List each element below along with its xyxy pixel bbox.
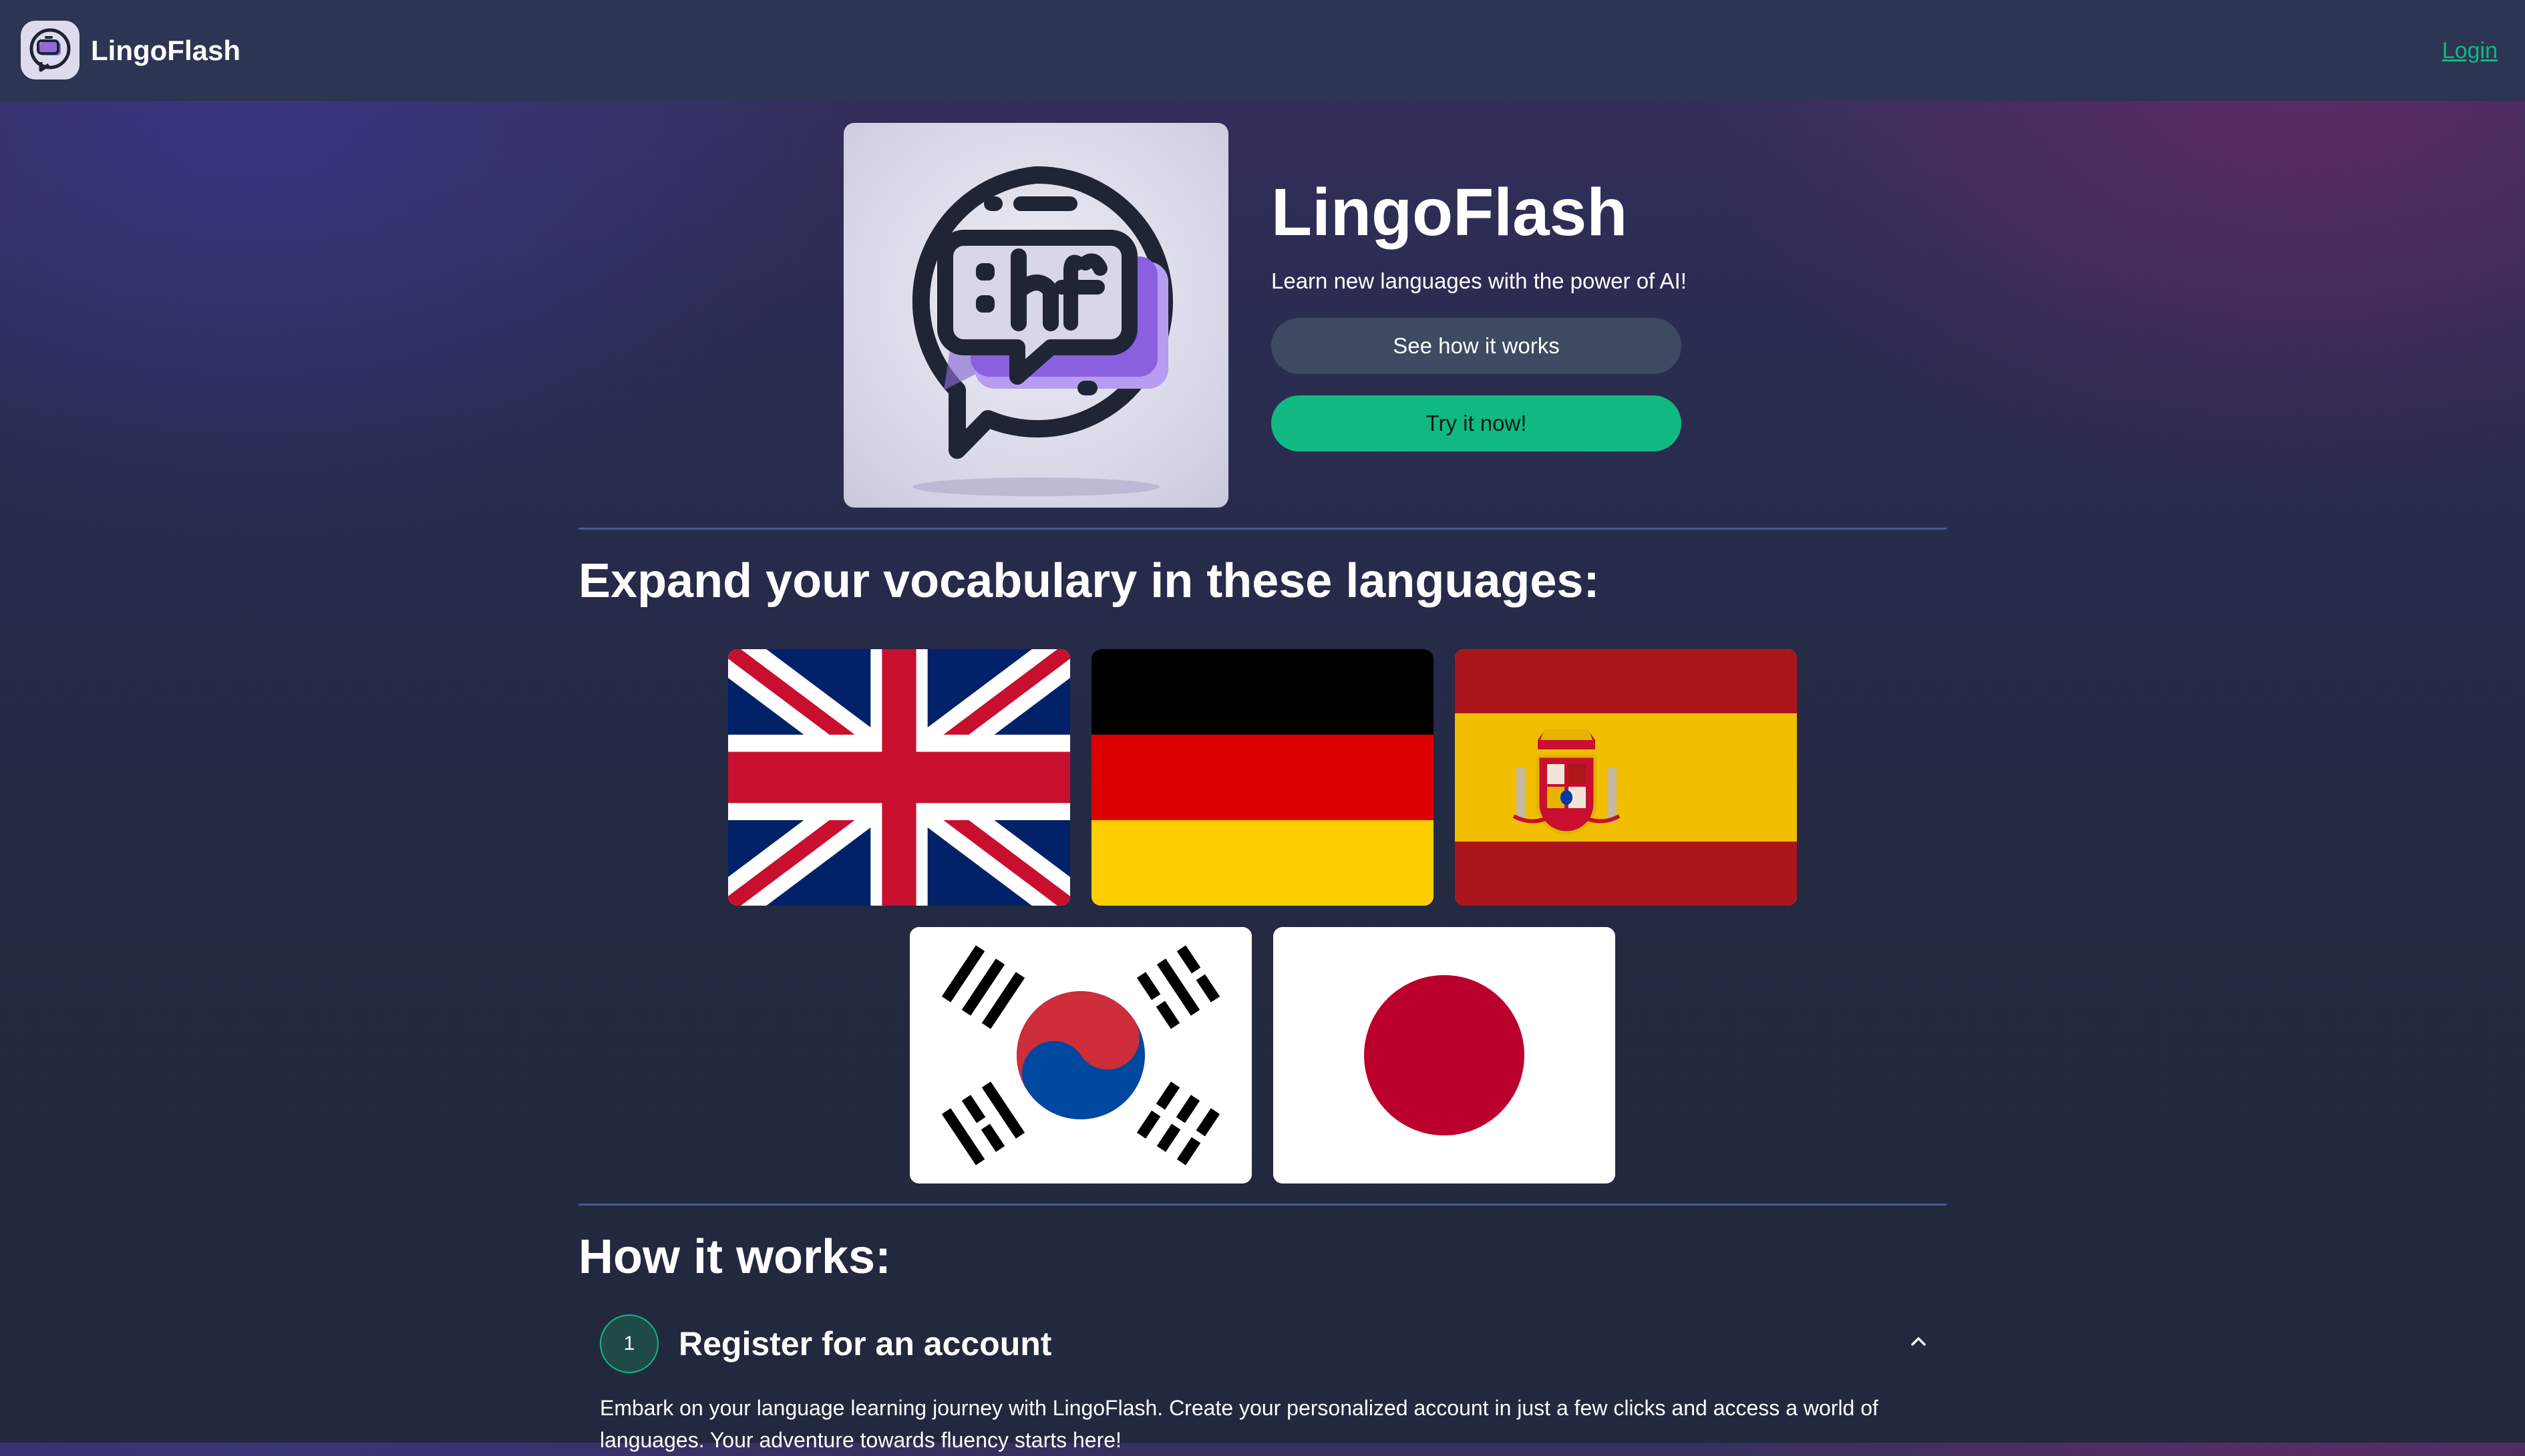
step-description: Embark on your language learning journey… (600, 1396, 1878, 1452)
hero-logo-image (844, 123, 1228, 508)
flag-south-korea[interactable] (910, 927, 1252, 1184)
chevron-up-icon[interactable] (1905, 1328, 1932, 1354)
section-divider (578, 528, 1947, 530)
step-title: Register for an account (679, 1325, 1052, 1362)
section-divider (578, 1204, 1947, 1206)
login-link[interactable]: Login (2442, 35, 2498, 67)
flag-united-kingdom[interactable] (728, 649, 1070, 906)
languages-heading: Expand your vocabulary in these language… (578, 554, 1600, 608)
chat-bubble-logo-icon[interactable] (21, 21, 79, 79)
accordion-step-header[interactable]: 1 Register for an account (600, 1314, 1936, 1373)
brand-name[interactable]: LingoFlash (91, 32, 240, 69)
how-it-works-heading: How it works: (578, 1230, 892, 1284)
flag-spain[interactable] (1455, 649, 1797, 906)
try-it-now-button[interactable]: Try it now! (1271, 395, 1681, 451)
see-how-it-works-button[interactable]: See how it works (1271, 318, 1681, 374)
hero-subtitle: Learn new languages with the power of AI… (1271, 268, 1687, 293)
flag-japan[interactable] (1273, 927, 1615, 1184)
hero-title: LingoFlash (1271, 175, 1628, 250)
step-number-badge: 1 (600, 1314, 659, 1373)
top-navbar: LingoFlash Login (0, 0, 2525, 101)
flag-germany[interactable] (1091, 649, 1434, 906)
